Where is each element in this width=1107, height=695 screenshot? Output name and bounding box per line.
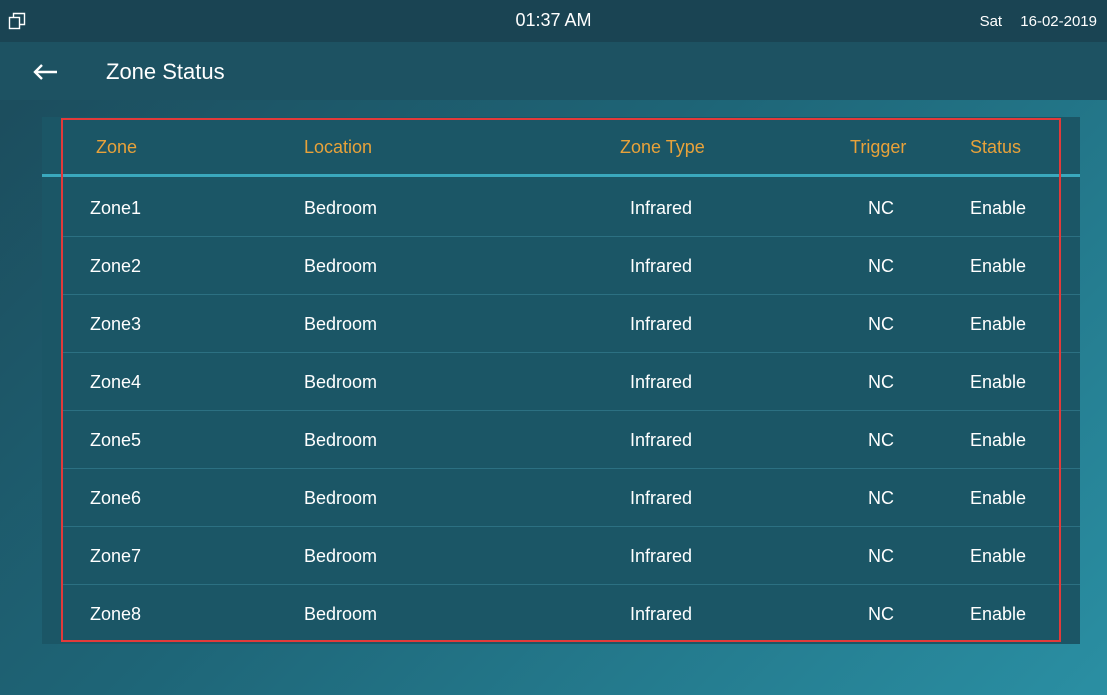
cell-location: Bedroom (304, 198, 378, 218)
table-row[interactable]: Zone1 Bedroom Infrared NC Enable (62, 179, 1080, 237)
table-row[interactable]: Zone7 Bedroom Infrared NC Enable (62, 527, 1080, 585)
cell-status: Enable (970, 198, 1027, 218)
status-bar: 01:37 AM Sat 16-02-2019 (0, 0, 1107, 42)
table-row[interactable]: Zone5 Bedroom Infrared NC Enable (62, 411, 1080, 469)
cell-zone: Zone3 (90, 314, 142, 334)
cell-location: Bedroom (304, 256, 378, 276)
cell-trigger: NC (868, 488, 894, 508)
cell-trigger: NC (868, 314, 894, 334)
cell-status: Enable (970, 488, 1027, 508)
cell-location: Bedroom (304, 488, 378, 508)
cell-trigger: NC (868, 546, 894, 566)
cell-zone: Zone8 (90, 604, 142, 624)
header-trigger: Trigger (850, 137, 907, 157)
cell-status: Enable (970, 546, 1027, 566)
cell-location: Bedroom (304, 546, 378, 566)
cell-zone: Zone6 (90, 488, 142, 508)
cell-zone-type: Infrared (630, 198, 693, 218)
cell-status: Enable (970, 256, 1027, 276)
cell-trigger: NC (868, 430, 894, 450)
zone-status-table: Zone Location Zone Type Trigger Status Z… (42, 117, 1080, 644)
cell-zone-type: Infrared (630, 604, 693, 624)
cell-location: Bedroom (304, 430, 378, 450)
header-zone-type: Zone Type (620, 137, 705, 157)
cell-trigger: NC (868, 372, 894, 392)
cell-trigger: NC (868, 604, 894, 624)
cell-zone-type: Infrared (630, 372, 693, 392)
table-row[interactable]: Zone4 Bedroom Infrared NC Enable (62, 353, 1080, 411)
cell-zone: Zone2 (90, 256, 142, 276)
cell-status: Enable (970, 604, 1027, 624)
page-title: Zone Status (106, 59, 225, 84)
cell-zone-type: Infrared (630, 546, 693, 566)
header-status: Status (970, 137, 1022, 157)
cell-status: Enable (970, 430, 1027, 450)
cell-zone: Zone7 (90, 546, 142, 566)
title-bar: Zone Status (0, 42, 1107, 100)
cell-trigger: NC (868, 198, 894, 218)
cell-zone-type: Infrared (630, 314, 693, 334)
header-location: Location (304, 137, 373, 157)
cell-zone: Zone5 (90, 430, 142, 450)
date-label: 16-02-2019 (1020, 13, 1097, 30)
table-row[interactable]: Zone8 Bedroom Infrared NC Enable (62, 585, 1080, 643)
date-display: Sat 16-02-2019 (980, 13, 1097, 30)
header-zone: Zone (96, 137, 138, 157)
table-row[interactable]: Zone6 Bedroom Infrared NC Enable (62, 469, 1080, 527)
arrow-left-icon[interactable] (26, 58, 66, 86)
cell-status: Enable (970, 372, 1027, 392)
cell-location: Bedroom (304, 314, 378, 334)
cell-zone: Zone1 (90, 198, 142, 218)
table-row[interactable]: Zone2 Bedroom Infrared NC Enable (62, 237, 1080, 295)
day-label: Sat (979, 13, 1003, 30)
table-header: Zone Location Zone Type Trigger Status (42, 117, 1080, 177)
cell-trigger: NC (868, 256, 894, 276)
cell-zone: Zone4 (90, 372, 142, 392)
cell-location: Bedroom (304, 372, 378, 392)
cell-zone-type: Infrared (630, 256, 693, 276)
cell-zone-type: Infrared (630, 430, 693, 450)
table-row[interactable]: Zone3 Bedroom Infrared NC Enable (62, 295, 1080, 353)
cell-zone-type: Infrared (630, 488, 693, 508)
clock-time: 01:37 AM (515, 10, 592, 30)
cell-location: Bedroom (304, 604, 378, 624)
cell-status: Enable (970, 314, 1027, 334)
